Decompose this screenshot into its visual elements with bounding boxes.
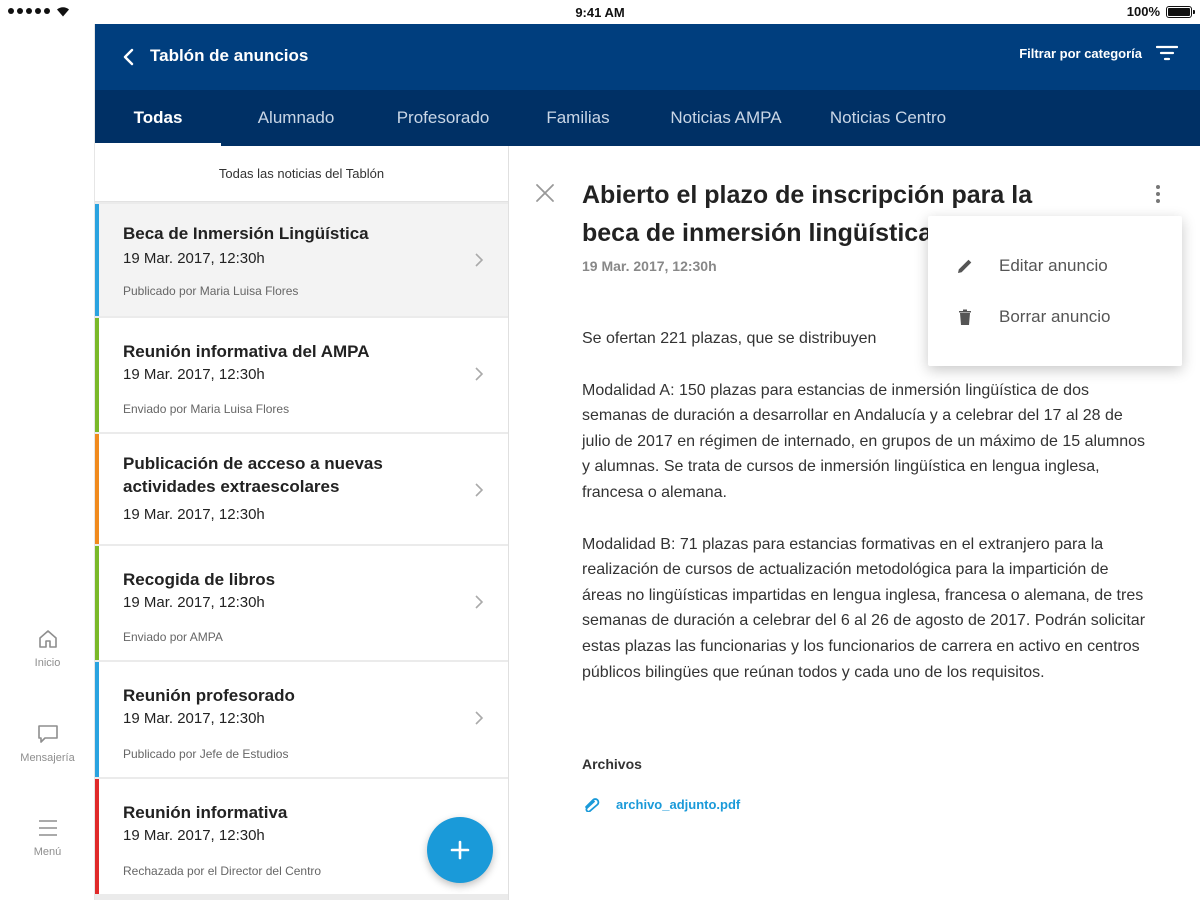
home-icon (38, 630, 57, 648)
edit-announcement-item[interactable]: Editar anuncio (928, 241, 1182, 291)
detail-paragraph: Modalidad B: 71 plazas para estancias fo… (582, 535, 1146, 681)
chevron-right-icon (475, 367, 484, 381)
news-date: 19 Mar. 2017, 12:30h (123, 366, 265, 383)
add-announcement-button[interactable] (427, 817, 493, 883)
status-time: 9:41 AM (575, 5, 625, 20)
news-date: 19 Mar. 2017, 12:30h (123, 594, 265, 611)
detail-body: Se ofertan 221 plazas, que se distribuye… (582, 326, 1152, 711)
status-bar: 9:41 AM 100% (0, 0, 1200, 24)
list-item[interactable]: Beca de Inmersión Lingüística 19 Mar. 20… (95, 204, 508, 316)
news-list: Todas las noticias del Tablón Beca de In… (95, 146, 509, 900)
chevron-right-icon (475, 483, 484, 497)
news-author: Enviado por Maria Luisa Flores (123, 402, 290, 416)
delete-announcement-item[interactable]: Borrar anuncio (928, 292, 1182, 342)
menu-item-label: Editar anuncio (999, 256, 1108, 275)
filter-icon (1156, 45, 1178, 61)
news-title: Recogida de libros (123, 570, 276, 589)
battery-icon (1166, 5, 1195, 18)
chevron-right-icon (475, 253, 484, 267)
rail-label: Inicio (34, 657, 61, 669)
news-title: Publicación de acceso a nuevas actividad… (123, 454, 383, 496)
tab-alumnado[interactable]: Alumnado (221, 90, 371, 146)
tab-noticias-centro[interactable]: Noticias Centro (811, 90, 965, 146)
detail-date: 19 Mar. 2017, 12:30h (582, 258, 717, 274)
chevron-right-icon (475, 711, 484, 725)
tab-noticias-ampa[interactable]: Noticias AMPA (641, 90, 811, 146)
paperclip-icon (585, 798, 600, 812)
menu-item-label: Borrar anuncio (999, 307, 1111, 326)
tab-familias[interactable]: Familias (515, 90, 641, 146)
attachments-heading: Archivos (582, 756, 642, 772)
battery-percent: 100% (1126, 4, 1160, 19)
news-title: Beca de Inmersión Lingüística (123, 224, 369, 243)
chevron-right-icon (475, 595, 484, 609)
news-author: Publicado por Jefe de Estudios (123, 747, 289, 761)
list-item[interactable]: Publicación de acceso a nuevas actividad… (95, 434, 508, 544)
list-item[interactable]: Reunión informativa del AMPA 19 Mar. 201… (95, 318, 508, 432)
rail-label: Menú (33, 846, 62, 858)
news-author: Enviado por AMPA (123, 630, 223, 644)
close-icon[interactable] (534, 182, 556, 204)
attachment-link[interactable]: archivo_adjunto.pdf (582, 796, 740, 812)
news-title: Reunión profesorado (123, 686, 295, 705)
plus-icon (450, 840, 470, 860)
page-title: Tablón de anuncios (150, 46, 309, 65)
side-rail: Inicio Mensajería Menú (0, 24, 95, 900)
list-item[interactable]: Recogida de libros 19 Mar. 2017, 12:30h … (95, 546, 508, 660)
chevron-left-icon (123, 48, 134, 66)
app-header: Tablón de anuncios Filtrar por categoría (95, 24, 1200, 90)
rail-item-menu[interactable]: Menú (0, 816, 95, 858)
list-item[interactable]: Reunión profesorado 19 Mar. 2017, 12:30h… (95, 662, 508, 777)
filter-button[interactable]: Filtrar por categoría (1019, 44, 1178, 62)
rail-item-inicio[interactable]: Inicio (0, 627, 95, 669)
options-menu: Editar anuncio Borrar anuncio (928, 216, 1182, 366)
more-options-icon[interactable] (1146, 182, 1170, 206)
chat-icon (37, 725, 58, 743)
news-title: Reunión informativa (123, 803, 288, 822)
tab-profesorado[interactable]: Profesorado (371, 90, 515, 146)
detail-paragraph: Modalidad A: 150 plazas para estancias d… (582, 381, 1146, 501)
pencil-icon (958, 259, 972, 273)
trash-icon (959, 309, 971, 325)
battery-indicator: 100% (1126, 4, 1195, 19)
back-button[interactable] (117, 44, 139, 70)
attachment-filename: archivo_adjunto.pdf (616, 796, 741, 812)
tab-todas[interactable]: Todas (95, 90, 221, 146)
news-author: Rechazada por el Director del Centro (123, 864, 322, 878)
list-header: Todas las noticias del Tablón (95, 146, 508, 202)
news-date: 19 Mar. 2017, 12:30h (123, 250, 265, 267)
news-date: 19 Mar. 2017, 12:30h (123, 827, 265, 844)
news-title: Reunión informativa del AMPA (123, 342, 370, 361)
rail-label: Mensajería (20, 752, 75, 764)
news-date: 19 Mar. 2017, 12:30h (123, 506, 265, 523)
rail-item-mensajeria[interactable]: Mensajería (0, 722, 95, 764)
menu-icon (38, 820, 57, 836)
category-tabs: Todas Alumnado Profesorado Familias Noti… (95, 90, 1200, 146)
filter-label: Filtrar por categoría (1019, 45, 1142, 61)
news-date: 19 Mar. 2017, 12:30h (123, 710, 265, 727)
news-author: Publicado por Maria Luisa Flores (123, 284, 299, 298)
